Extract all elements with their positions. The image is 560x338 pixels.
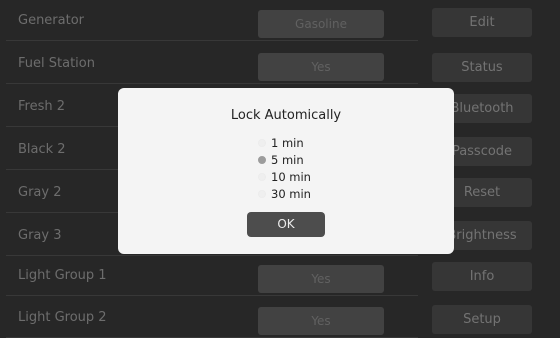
radio-unselected-icon [258, 173, 266, 181]
option-label: 30 min [271, 187, 311, 201]
option-label: 10 min [271, 170, 311, 184]
option-label: 1 min [271, 136, 304, 150]
radio-unselected-icon [258, 139, 266, 147]
option-1-min[interactable]: 1 min [258, 136, 304, 150]
ok-button[interactable]: OK [247, 212, 325, 237]
radio-unselected-icon [258, 190, 266, 198]
option-10-min[interactable]: 10 min [258, 170, 311, 184]
dialog-title: Lock Automically [230, 108, 342, 123]
option-30-min[interactable]: 30 min [258, 187, 311, 201]
radio-selected-icon [258, 156, 266, 164]
lock-automatically-dialog: Lock Automically 1 min 5 min 10 min 30 m… [118, 88, 454, 254]
option-label: 5 min [271, 153, 304, 167]
option-5-min[interactable]: 5 min [258, 153, 304, 167]
